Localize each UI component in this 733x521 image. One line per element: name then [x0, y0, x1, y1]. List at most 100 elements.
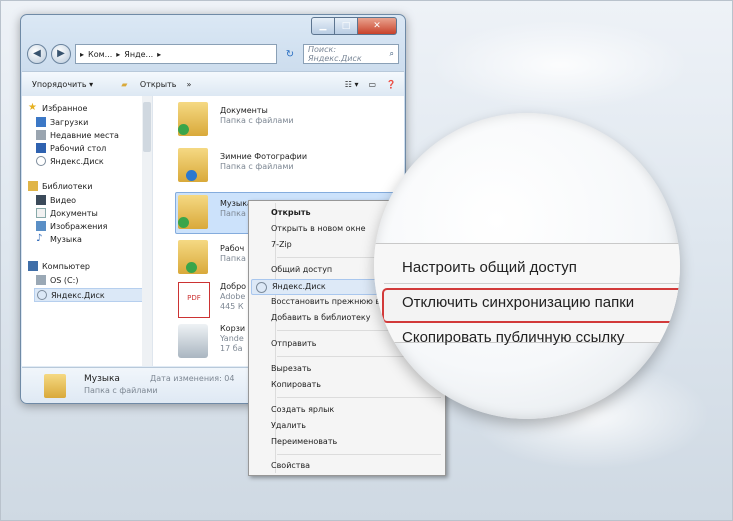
file-type: Папка [220, 254, 246, 263]
pictures-icon [36, 221, 46, 231]
window-controls: ▁ □ ✕ [311, 17, 397, 35]
menu-item-7zip[interactable]: 7-Zip [271, 238, 292, 252]
sync-ok-icon [186, 262, 197, 273]
nav-label: Музыка [50, 234, 82, 244]
nav-video[interactable]: Видео [36, 194, 76, 206]
nav-label: OS (C:) [50, 275, 79, 285]
folder-icon: ▰ [121, 79, 128, 89]
file-type: Папка [220, 209, 246, 218]
libraries-icon [28, 181, 38, 191]
nav-libraries[interactable]: Библиотеки [28, 180, 92, 192]
file-type: Папка с файлами [220, 116, 294, 125]
menu-item-cut[interactable]: Вырезать [271, 362, 311, 376]
chevron-icon: ▸ [116, 49, 121, 59]
close-button[interactable]: ✕ [358, 17, 397, 35]
search-placeholder: Поиск: Яндекс.Диск [308, 45, 362, 63]
file-name: Добро [220, 282, 247, 291]
nav-favorites[interactable]: ★ Избранное [28, 102, 87, 114]
search-input[interactable]: Поиск: Яндекс.Диск ⌕ [303, 44, 399, 64]
scrollbar-thumb[interactable] [143, 102, 151, 152]
list-item[interactable]: Документы Папка с файлами [176, 100, 402, 140]
nav-label: Видео [50, 195, 77, 205]
details-type: Папка с файлами [84, 386, 158, 395]
folder-icon: ▸ [80, 49, 85, 59]
submenu-item-copy-public-link[interactable]: Скопировать публичную ссылку [402, 329, 624, 346]
menu-item-open[interactable]: Открыть [271, 206, 311, 220]
nav-drive-c[interactable]: OS (C:) [36, 274, 78, 286]
maximize-button[interactable]: □ [335, 17, 358, 35]
nav-computer[interactable]: Компьютер [28, 260, 90, 272]
submenu-item-disable-sync[interactable]: Отключить синхронизацию папки [402, 294, 634, 311]
menu-item-sharing[interactable]: Общий доступ [271, 263, 332, 277]
menu-item-restore[interactable]: Восстановить прежнюю в [271, 295, 380, 309]
search-icon: ⌕ [389, 49, 394, 58]
recent-places-icon [36, 130, 46, 140]
nav-documents[interactable]: Документы [36, 207, 98, 219]
open-button[interactable]: ▰ Открыть [111, 80, 176, 89]
navigation-pane: ★ Избранное Загрузки Недавние места Рабоч… [22, 96, 153, 366]
file-name: Зимние Фотографии [220, 152, 308, 161]
submenu-item-share[interactable]: Настроить общий доступ [402, 259, 577, 276]
nav-label: Яндекс.Диск [50, 156, 104, 166]
details-name: Музыка [84, 374, 120, 384]
menu-item-add-library[interactable]: Добавить в библиотеку [271, 311, 371, 325]
star-icon: ★ [28, 102, 37, 113]
nav-label: Документы [50, 208, 98, 218]
more-button[interactable]: » [186, 80, 191, 89]
breadcrumb[interactable]: ▸ Ком... ▸ Янде... ▸ [75, 44, 277, 64]
breadcrumb-item[interactable]: Ком... [88, 50, 112, 59]
menu-item-copy[interactable]: Копировать [271, 378, 321, 392]
forward-icon[interactable]: ▶ [51, 44, 71, 64]
nav-desktop[interactable]: Рабочий стол [36, 142, 106, 154]
file-name: Документы [220, 106, 268, 115]
file-size: 17 ба [220, 344, 243, 353]
downloads-icon [36, 117, 46, 127]
sync-ok-icon [178, 217, 189, 228]
back-icon[interactable]: ◀ [27, 44, 47, 64]
folder-icon [44, 374, 66, 398]
recycle-bin-icon [178, 324, 208, 358]
breadcrumb-item[interactable]: Янде... [124, 50, 153, 59]
menu-item-create-shortcut[interactable]: Создать ярлык [271, 403, 334, 417]
drive-icon [36, 275, 46, 285]
nav-label: Яндекс.Диск [51, 290, 105, 300]
command-bar: Упорядочить ▾ ▰ Открыть » ☷ ▾ ▭ ❓ [22, 71, 404, 97]
open-button-label: Открыть [139, 79, 177, 89]
menu-item-send-to[interactable]: Отправить [271, 337, 316, 351]
nav-label: Библиотеки [42, 181, 93, 191]
yandex-disk-icon [256, 282, 267, 293]
menu-separator [277, 454, 441, 455]
view-icon[interactable]: ☷ ▾ [345, 80, 359, 89]
nav-scrollbar[interactable] [142, 96, 152, 366]
menu-item-open-new-window[interactable]: Открыть в новом окне [271, 222, 366, 236]
yandex-disk-icon [37, 290, 47, 300]
file-name: Корзи [220, 324, 246, 333]
nav-yandex-disk[interactable]: Яндекс.Диск [36, 155, 104, 167]
nav-downloads[interactable]: Загрузки [36, 116, 88, 128]
nav-recent[interactable]: Недавние места [36, 129, 119, 141]
address-row: ◀ ▶ ▸ Ком... ▸ Янде... ▸ ↻ Поиск: Яндекс… [27, 43, 399, 65]
preview-pane-icon[interactable]: ▭ [368, 80, 376, 89]
cloud [430, 20, 690, 110]
nav-label: Избранное [42, 103, 88, 113]
menu-item-rename[interactable]: Переименовать [271, 435, 337, 449]
nav-yandex-disk-drive[interactable]: Яндекс.Диск [34, 288, 144, 302]
yandex-disk-icon [36, 156, 46, 166]
nav-label: Изображения [50, 221, 108, 231]
sync-ok-icon [178, 124, 189, 135]
magnifier-lens: Настроить общий доступ Отключить синхрон… [374, 113, 680, 419]
menu-separator [277, 397, 441, 398]
sync-progress-icon [186, 170, 197, 181]
nav-music[interactable]: ♪ Музыка [36, 233, 82, 245]
help-icon[interactable]: ❓ [386, 80, 396, 89]
file-size: 445 К [220, 302, 244, 311]
minimize-button[interactable]: ▁ [311, 17, 335, 35]
organize-button[interactable]: Упорядочить ▾ [32, 80, 93, 89]
nav-pictures[interactable]: Изображения [36, 220, 107, 232]
refresh-icon[interactable]: ↻ [281, 49, 299, 60]
file-name: Рабоч [220, 244, 245, 253]
menu-item-properties[interactable]: Свойства [271, 459, 310, 473]
list-item[interactable]: Зимние Фотографии Папка с файлами [176, 146, 402, 186]
nav-label: Компьютер [42, 261, 90, 271]
menu-item-delete[interactable]: Удалить [271, 419, 306, 433]
